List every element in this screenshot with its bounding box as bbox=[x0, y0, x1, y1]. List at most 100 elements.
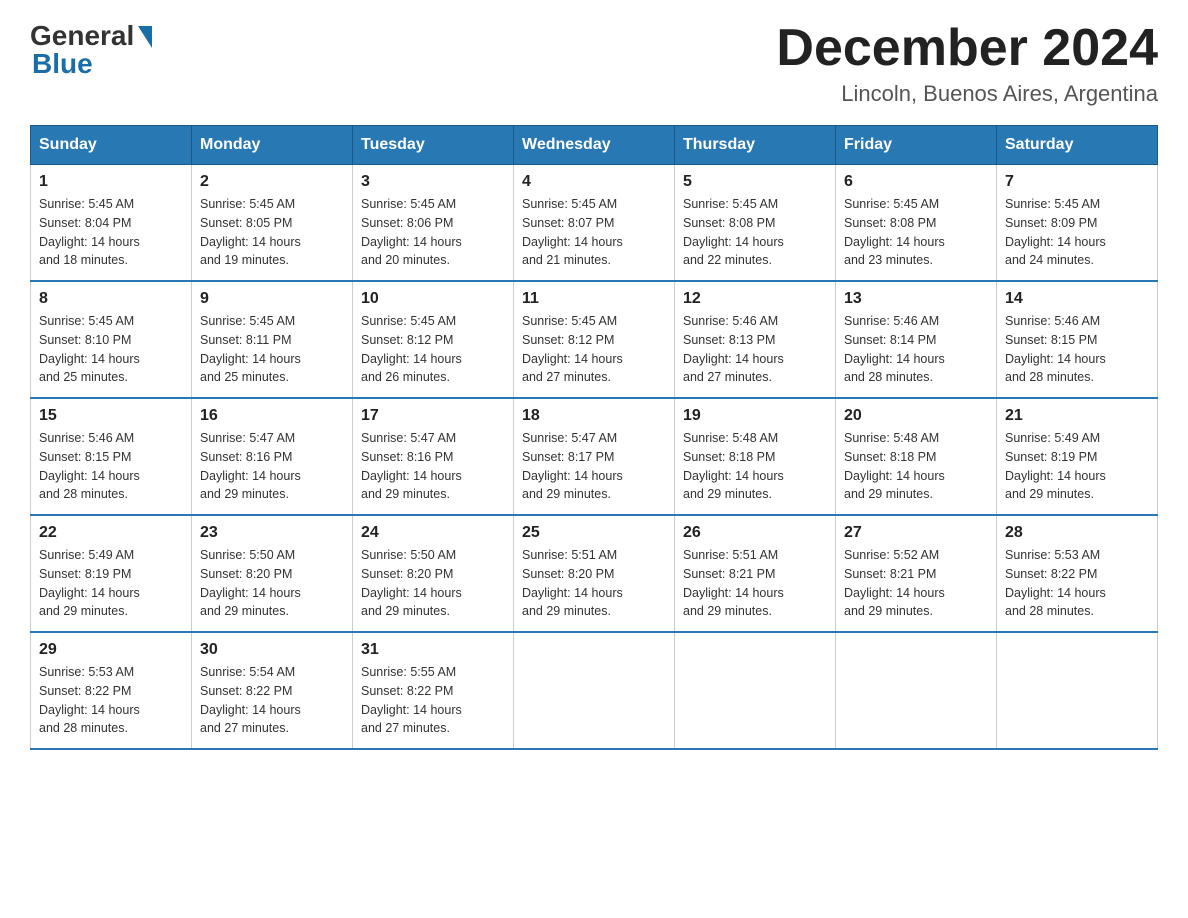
day-number: 3 bbox=[361, 173, 505, 191]
day-info: Sunrise: 5:52 AMSunset: 8:21 PMDaylight:… bbox=[844, 546, 988, 621]
calendar-cell: 17 Sunrise: 5:47 AMSunset: 8:16 PMDayligh… bbox=[353, 398, 514, 515]
calendar-cell: 10 Sunrise: 5:45 AMSunset: 8:12 PMDayligh… bbox=[353, 281, 514, 398]
calendar-cell: 29Sunrise: 5:53 AMSunset: 8:22 PMDayligh… bbox=[31, 632, 192, 749]
day-number: 14 bbox=[1005, 290, 1149, 308]
calendar-cell: 13Sunrise: 5:46 AMSunset: 8:14 PMDayligh… bbox=[836, 281, 997, 398]
calendar-cell: 30 Sunrise: 5:54 AMSunset: 8:22 PMDayligh… bbox=[192, 632, 353, 749]
weekday-header-sunday: Sunday bbox=[31, 126, 192, 165]
day-number: 1 bbox=[39, 173, 183, 191]
day-number: 30 bbox=[200, 641, 344, 659]
day-number: 21 bbox=[1005, 407, 1149, 425]
page-header: General Blue December 2024 Lincoln, Buen… bbox=[30, 20, 1158, 107]
calendar-cell: 23 Sunrise: 5:50 AMSunset: 8:20 PMDayligh… bbox=[192, 515, 353, 632]
day-number: 23 bbox=[200, 524, 344, 542]
weekday-header-tuesday: Tuesday bbox=[353, 126, 514, 165]
day-info: Sunrise: 5:46 AMSunset: 8:13 PMDaylight:… bbox=[683, 312, 827, 387]
day-number: 24 bbox=[361, 524, 505, 542]
weekday-header-row: SundayMondayTuesdayWednesdayThursdayFrid… bbox=[31, 126, 1158, 165]
day-number: 9 bbox=[200, 290, 344, 308]
day-info: Sunrise: 5:49 AMSunset: 8:19 PMDaylight:… bbox=[1005, 429, 1149, 504]
day-info: Sunrise: 5:45 AMSunset: 8:12 PMDaylight:… bbox=[361, 312, 505, 387]
weekday-header-thursday: Thursday bbox=[675, 126, 836, 165]
calendar-cell: 27 Sunrise: 5:52 AMSunset: 8:21 PMDayligh… bbox=[836, 515, 997, 632]
day-info: Sunrise: 5:45 AMSunset: 8:08 PMDaylight:… bbox=[844, 195, 988, 270]
day-number: 16 bbox=[200, 407, 344, 425]
day-info: Sunrise: 5:55 AMSunset: 8:22 PMDaylight:… bbox=[361, 663, 505, 738]
day-number: 15 bbox=[39, 407, 183, 425]
day-number: 2 bbox=[200, 173, 344, 191]
calendar-cell: 20 Sunrise: 5:48 AMSunset: 8:18 PMDayligh… bbox=[836, 398, 997, 515]
calendar-cell: 6Sunrise: 5:45 AMSunset: 8:08 PMDaylight… bbox=[836, 165, 997, 282]
day-info: Sunrise: 5:46 AMSunset: 8:15 PMDaylight:… bbox=[1005, 312, 1149, 387]
logo-blue-text: Blue bbox=[32, 48, 93, 80]
calendar-cell bbox=[997, 632, 1158, 749]
day-number: 4 bbox=[522, 173, 666, 191]
calendar-cell: 18 Sunrise: 5:47 AMSunset: 8:17 PMDayligh… bbox=[514, 398, 675, 515]
calendar-cell: 9 Sunrise: 5:45 AMSunset: 8:11 PMDaylight… bbox=[192, 281, 353, 398]
day-number: 13 bbox=[844, 290, 988, 308]
week-row-4: 22 Sunrise: 5:49 AMSunset: 8:19 PMDayligh… bbox=[31, 515, 1158, 632]
day-number: 27 bbox=[844, 524, 988, 542]
day-info: Sunrise: 5:45 AMSunset: 8:08 PMDaylight:… bbox=[683, 195, 827, 270]
day-number: 19 bbox=[683, 407, 827, 425]
calendar-cell bbox=[514, 632, 675, 749]
day-info: Sunrise: 5:45 AMSunset: 8:06 PMDaylight:… bbox=[361, 195, 505, 270]
day-info: Sunrise: 5:46 AMSunset: 8:15 PMDaylight:… bbox=[39, 429, 183, 504]
calendar-cell: 16Sunrise: 5:47 AMSunset: 8:16 PMDayligh… bbox=[192, 398, 353, 515]
calendar-cell: 25Sunrise: 5:51 AMSunset: 8:20 PMDayligh… bbox=[514, 515, 675, 632]
day-info: Sunrise: 5:45 AMSunset: 8:10 PMDaylight:… bbox=[39, 312, 183, 387]
logo: General Blue bbox=[30, 20, 152, 80]
weekday-header-wednesday: Wednesday bbox=[514, 126, 675, 165]
day-info: Sunrise: 5:50 AMSunset: 8:20 PMDaylight:… bbox=[361, 546, 505, 621]
day-number: 22 bbox=[39, 524, 183, 542]
day-number: 11 bbox=[522, 290, 666, 308]
day-number: 18 bbox=[522, 407, 666, 425]
calendar-cell: 28 Sunrise: 5:53 AMSunset: 8:22 PMDayligh… bbox=[997, 515, 1158, 632]
logo-triangle-icon bbox=[138, 26, 152, 48]
calendar-cell: 11 Sunrise: 5:45 AMSunset: 8:12 PMDayligh… bbox=[514, 281, 675, 398]
day-number: 10 bbox=[361, 290, 505, 308]
day-info: Sunrise: 5:49 AMSunset: 8:19 PMDaylight:… bbox=[39, 546, 183, 621]
day-info: Sunrise: 5:45 AMSunset: 8:05 PMDaylight:… bbox=[200, 195, 344, 270]
day-info: Sunrise: 5:45 AMSunset: 8:11 PMDaylight:… bbox=[200, 312, 344, 387]
calendar-cell: 12Sunrise: 5:46 AMSunset: 8:13 PMDayligh… bbox=[675, 281, 836, 398]
day-info: Sunrise: 5:45 AMSunset: 8:04 PMDaylight:… bbox=[39, 195, 183, 270]
calendar-cell: 15 Sunrise: 5:46 AMSunset: 8:15 PMDayligh… bbox=[31, 398, 192, 515]
day-info: Sunrise: 5:48 AMSunset: 8:18 PMDaylight:… bbox=[844, 429, 988, 504]
location-subtitle: Lincoln, Buenos Aires, Argentina bbox=[776, 81, 1158, 107]
day-number: 26 bbox=[683, 524, 827, 542]
day-number: 5 bbox=[683, 173, 827, 191]
weekday-header-friday: Friday bbox=[836, 126, 997, 165]
day-number: 17 bbox=[361, 407, 505, 425]
calendar-cell bbox=[836, 632, 997, 749]
calendar-cell: 3 Sunrise: 5:45 AMSunset: 8:06 PMDaylight… bbox=[353, 165, 514, 282]
day-info: Sunrise: 5:53 AMSunset: 8:22 PMDaylight:… bbox=[1005, 546, 1149, 621]
day-info: Sunrise: 5:54 AMSunset: 8:22 PMDaylight:… bbox=[200, 663, 344, 738]
calendar-cell: 14 Sunrise: 5:46 AMSunset: 8:15 PMDayligh… bbox=[997, 281, 1158, 398]
day-info: Sunrise: 5:47 AMSunset: 8:17 PMDaylight:… bbox=[522, 429, 666, 504]
week-row-5: 29Sunrise: 5:53 AMSunset: 8:22 PMDayligh… bbox=[31, 632, 1158, 749]
calendar-cell: 2 Sunrise: 5:45 AMSunset: 8:05 PMDaylight… bbox=[192, 165, 353, 282]
day-info: Sunrise: 5:45 AMSunset: 8:09 PMDaylight:… bbox=[1005, 195, 1149, 270]
day-info: Sunrise: 5:45 AMSunset: 8:12 PMDaylight:… bbox=[522, 312, 666, 387]
day-info: Sunrise: 5:51 AMSunset: 8:20 PMDaylight:… bbox=[522, 546, 666, 621]
day-info: Sunrise: 5:47 AMSunset: 8:16 PMDaylight:… bbox=[361, 429, 505, 504]
day-number: 8 bbox=[39, 290, 183, 308]
calendar-table: SundayMondayTuesdayWednesdayThursdayFrid… bbox=[30, 125, 1158, 750]
calendar-cell: 8 Sunrise: 5:45 AMSunset: 8:10 PMDaylight… bbox=[31, 281, 192, 398]
weekday-header-saturday: Saturday bbox=[997, 126, 1158, 165]
day-number: 28 bbox=[1005, 524, 1149, 542]
title-section: December 2024 Lincoln, Buenos Aires, Arg… bbox=[776, 20, 1158, 107]
day-info: Sunrise: 5:50 AMSunset: 8:20 PMDaylight:… bbox=[200, 546, 344, 621]
weekday-header-monday: Monday bbox=[192, 126, 353, 165]
calendar-cell: 19 Sunrise: 5:48 AMSunset: 8:18 PMDayligh… bbox=[675, 398, 836, 515]
calendar-cell: 7Sunrise: 5:45 AMSunset: 8:09 PMDaylight… bbox=[997, 165, 1158, 282]
calendar-cell: 4Sunrise: 5:45 AMSunset: 8:07 PMDaylight… bbox=[514, 165, 675, 282]
day-info: Sunrise: 5:51 AMSunset: 8:21 PMDaylight:… bbox=[683, 546, 827, 621]
week-row-1: 1 Sunrise: 5:45 AMSunset: 8:04 PMDaylight… bbox=[31, 165, 1158, 282]
day-info: Sunrise: 5:48 AMSunset: 8:18 PMDaylight:… bbox=[683, 429, 827, 504]
week-row-3: 15 Sunrise: 5:46 AMSunset: 8:15 PMDayligh… bbox=[31, 398, 1158, 515]
week-row-2: 8 Sunrise: 5:45 AMSunset: 8:10 PMDaylight… bbox=[31, 281, 1158, 398]
day-number: 20 bbox=[844, 407, 988, 425]
month-year-title: December 2024 bbox=[776, 20, 1158, 77]
